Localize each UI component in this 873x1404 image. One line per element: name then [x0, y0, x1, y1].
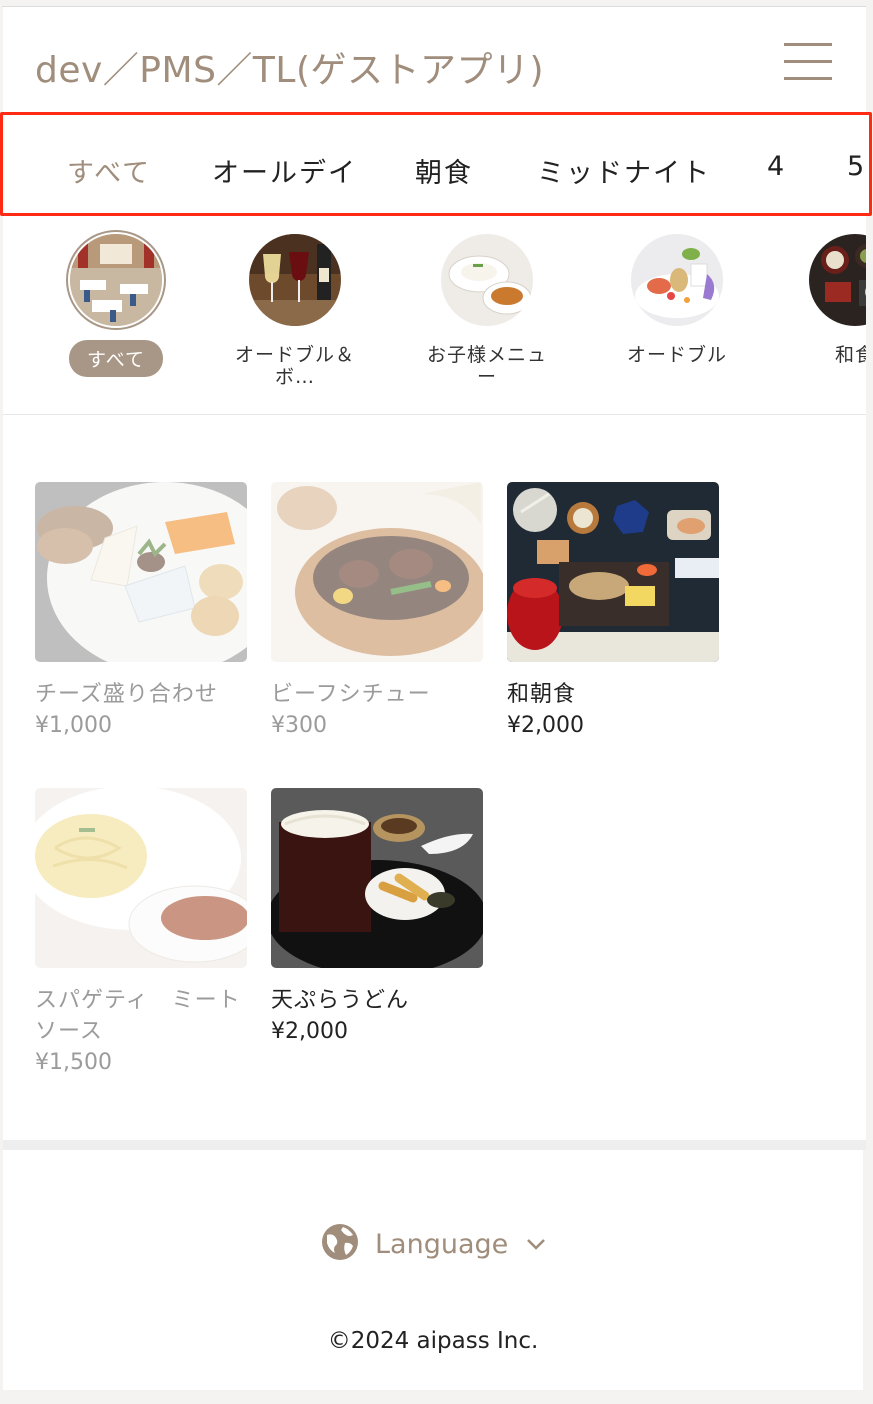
language-selector[interactable]: Language	[321, 1224, 546, 1264]
footer: Language ©2024 aipass Inc.	[3, 1150, 863, 1390]
chevron-down-icon	[526, 1235, 546, 1254]
section-divider	[3, 1140, 866, 1150]
menu-item-price: ¥300	[271, 713, 327, 738]
menu-tabs: すべて オールデイ 朝食 ミッドナイト 4 5	[0, 112, 872, 216]
category-thumbnail-appetizer	[631, 234, 723, 326]
menu-item-card[interactable]: 和朝食 ¥2,000	[507, 482, 719, 738]
header: dev／PMS／TL(ゲストアプリ)	[3, 7, 866, 113]
menu-item-name: チーズ盛り合わせ	[35, 682, 218, 707]
menu-item-price: ¥1,500	[35, 1050, 112, 1075]
menu-item-card[interactable]: スパゲティ ミートソース ¥1,500	[35, 788, 247, 1075]
menu-item-grid: チーズ盛り合わせ ¥1,000 ビーフシチュー ¥300 和朝食 ¥2,000 …	[3, 415, 866, 1140]
category-label: お子様メニュー	[427, 344, 548, 388]
menu-item-image-cheese	[35, 482, 247, 662]
menu-item-name: ビーフシチュー	[271, 682, 431, 707]
category-label: 和食	[834, 344, 866, 366]
menu-item-image-spaghetti	[35, 788, 247, 968]
menu-item-image-beef-stew	[271, 482, 483, 662]
menu-item-price: ¥2,000	[507, 713, 584, 738]
copyright: ©2024 aipass Inc.	[327, 1328, 539, 1354]
tab-4[interactable]: 4	[767, 151, 786, 182]
hamburger-menu-icon[interactable]	[784, 41, 832, 83]
page: dev／PMS／TL(ゲストアプリ) すべて オールデイ 朝食 ミッドナイト 4…	[0, 0, 873, 1404]
globe-icon	[321, 1223, 359, 1265]
menu-item-card[interactable]: 天ぷらうどん ¥2,000	[271, 788, 483, 1044]
category-japanese[interactable]: 和食	[795, 234, 866, 366]
category-label: オードブル＆ボ…	[235, 344, 356, 388]
category-carousel: すべて オードブル＆ボ… お子様メニュー オードブル 和	[3, 216, 866, 415]
tab-all-day[interactable]: オールデイ	[212, 151, 357, 190]
tab-breakfast[interactable]: 朝食	[415, 151, 473, 190]
category-hors-doeuvre-wine[interactable]: オードブル＆ボ…	[235, 234, 355, 388]
category-all[interactable]: すべて	[56, 234, 176, 377]
menu-item-price: ¥1,000	[35, 713, 112, 738]
category-thumbnail-japanese	[809, 234, 866, 326]
tab-midnight[interactable]: ミッドナイト	[537, 151, 711, 190]
menu-item-name: スパゲティ ミートソース	[35, 988, 241, 1044]
language-label: Language	[375, 1228, 509, 1260]
category-label-pill: すべて	[69, 340, 163, 377]
category-hors-doeuvre[interactable]: オードブル	[617, 234, 737, 366]
category-thumbnail-restaurant	[70, 234, 162, 326]
tab-5[interactable]: 5	[847, 151, 866, 182]
menu-item-image-japanese-breakfast	[507, 482, 719, 662]
category-kids-menu[interactable]: お子様メニュー	[427, 234, 547, 388]
menu-item-name: 和朝食	[507, 682, 577, 707]
category-thumbnail-kids	[441, 234, 533, 326]
menu-item-price: ¥2,000	[271, 1019, 348, 1044]
tab-all[interactable]: すべて	[67, 151, 151, 190]
menu-item-name: 天ぷらうどん	[271, 988, 410, 1013]
menu-item-image-tempura-udon	[271, 788, 483, 968]
app-title: dev／PMS／TL(ゲストアプリ)	[35, 50, 545, 91]
menu-item-card[interactable]: チーズ盛り合わせ ¥1,000	[35, 482, 247, 738]
category-thumbnail-wine	[249, 234, 341, 326]
category-label: オードブル	[626, 344, 727, 366]
menu-item-card[interactable]: ビーフシチュー ¥300	[271, 482, 483, 738]
